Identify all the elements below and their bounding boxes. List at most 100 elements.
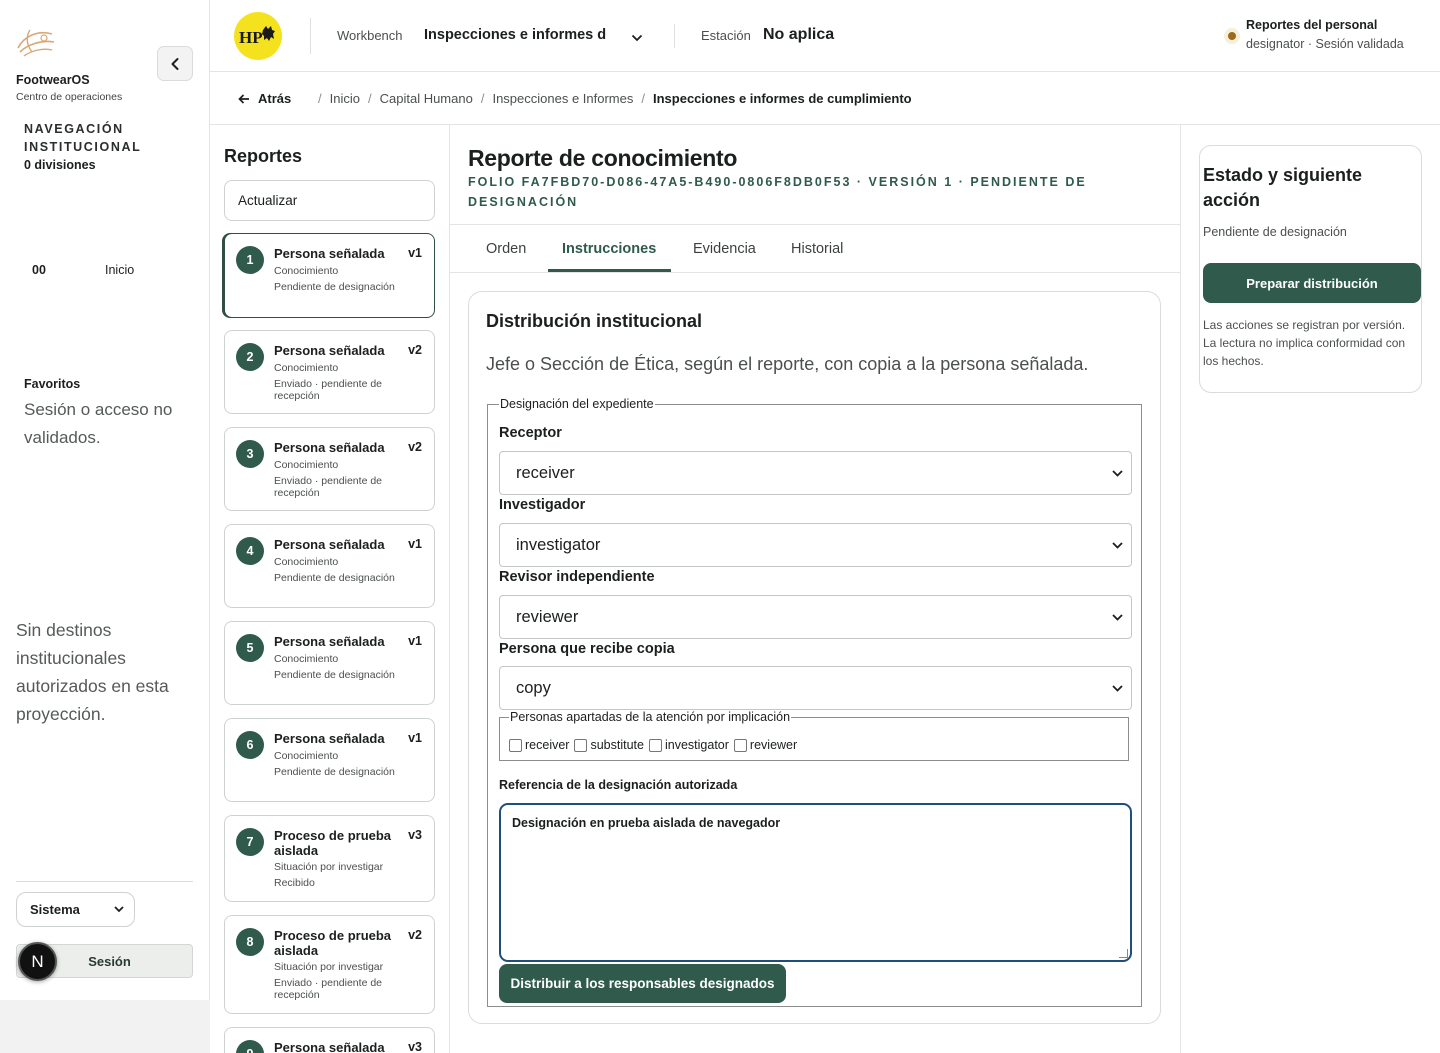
report-card[interactable]: 7 Proceso de prueba aislada v3 Situación… xyxy=(224,815,435,902)
station-value: No aplica xyxy=(763,26,835,43)
report-card[interactable]: 2 Persona señalada v2 Conocimiento Envia… xyxy=(224,330,435,414)
report-category: Situación por investigar xyxy=(274,961,384,973)
header-divider xyxy=(674,24,675,48)
breadcrumb-item-capital-humano[interactable]: Capital Humano xyxy=(380,91,473,106)
resize-handle-icon[interactable] xyxy=(1119,949,1128,958)
chevron-down-icon xyxy=(1112,684,1123,692)
chevron-down-icon xyxy=(114,906,124,913)
favorites-message: Sesión o acceso no validados. xyxy=(24,400,173,447)
report-status: Recibido xyxy=(274,877,315,889)
reference-textarea[interactable]: Designación en prueba aislada de navegad… xyxy=(499,803,1132,962)
refresh-button[interactable]: Actualizar xyxy=(224,180,435,221)
copy-select-value: copy xyxy=(516,678,551,697)
top-header: HP Workbench Inspecciones e informes d E… xyxy=(210,0,1440,72)
chevron-down-icon xyxy=(1112,469,1123,477)
exclusion-legend: Personas apartadas de la atención por im… xyxy=(510,710,791,724)
breadcrumb-item-inicio[interactable]: Inicio xyxy=(330,91,360,106)
brand-name: FootwearOS xyxy=(16,73,90,87)
reports-title: Reportes xyxy=(224,146,303,166)
report-status: Pendiente de designación xyxy=(274,281,395,293)
report-detail: Reporte de conocimiento Folio FA7FBD70-D… xyxy=(450,125,1180,1053)
report-version: v2 xyxy=(408,343,422,357)
report-status: Pendiente de designación xyxy=(274,766,395,778)
report-number: 9 xyxy=(236,1040,264,1053)
sidebar-footer-background xyxy=(0,1000,210,1053)
report-status: Pendiente de designación xyxy=(274,572,395,584)
status-note: Las acciones se registran por versión. L… xyxy=(1203,318,1406,368)
reference-label: Referencia de la designación autorizada xyxy=(499,778,738,792)
revisor-select[interactable]: reviewer xyxy=(499,595,1132,639)
tab-evidencia[interactable]: Evidencia xyxy=(693,241,756,257)
report-card[interactable]: 3 Persona señalada v2 Conocimiento Envia… xyxy=(224,427,435,511)
checkbox-reviewer[interactable] xyxy=(733,738,747,752)
report-number: 3 xyxy=(236,440,264,468)
report-version: v2 xyxy=(408,928,422,942)
report-status: Enviado · pendiente de recepción xyxy=(274,378,382,402)
workbench-select[interactable]: Inspecciones e informes d xyxy=(424,27,608,43)
tab-instrucciones[interactable]: Instrucciones xyxy=(562,241,656,257)
report-title: Proceso de prueba aislada xyxy=(274,828,392,858)
nav-heading: NAVEGACIÓN INSTITUCIONAL xyxy=(24,122,142,154)
header-divider xyxy=(310,18,311,54)
report-version: v2 xyxy=(408,440,422,454)
report-status: Enviado · pendiente de recepción xyxy=(274,977,382,1001)
receptor-select-value: receiver xyxy=(516,463,575,482)
user-status-icon xyxy=(1224,28,1240,44)
panel-title: Distribución institucional xyxy=(486,311,703,331)
report-category: Conocimiento xyxy=(274,459,339,471)
checkbox-label: receiver xyxy=(525,738,570,752)
investigador-select[interactable]: investigator xyxy=(499,523,1132,567)
report-version: v1 xyxy=(408,634,422,648)
report-card[interactable]: 1 Persona señalada v1 Conocimiento Pendi… xyxy=(224,233,435,318)
report-category: Conocimiento xyxy=(274,750,339,762)
tab-orden[interactable]: Orden xyxy=(486,241,526,257)
report-card[interactable]: 5 Persona señalada v1 Conocimiento Pendi… xyxy=(224,621,435,705)
tab-historial[interactable]: Historial xyxy=(791,241,843,257)
collapse-sidebar-button[interactable] xyxy=(157,46,193,81)
report-number: 5 xyxy=(236,634,264,662)
report-version: v1 xyxy=(408,246,422,260)
distribute-button[interactable]: Distribuir a los responsables designados xyxy=(499,964,786,1003)
active-tab-indicator xyxy=(548,269,671,272)
system-select[interactable]: Sistema xyxy=(16,892,135,927)
report-card[interactable]: 6 Persona señalada v1 Conocimiento Pendi… xyxy=(224,718,435,802)
arrow-left-icon xyxy=(238,93,249,104)
report-card[interactable]: 9 Persona señalada v3 xyxy=(224,1027,435,1053)
checkbox-substitute[interactable] xyxy=(574,738,588,752)
hp-logo-icon: HP xyxy=(234,12,282,60)
report-category: Conocimiento xyxy=(274,265,339,277)
prepare-distribution-button[interactable]: Preparar distribución xyxy=(1203,263,1421,303)
receptor-label: Receptor xyxy=(499,425,562,441)
report-title: Persona señalada xyxy=(274,537,385,552)
breadcrumb-bar: Atrás / Inicio / Capital Humano / Inspec… xyxy=(210,72,1440,125)
report-number: 2 xyxy=(236,343,264,371)
report-title: Persona señalada xyxy=(274,634,385,649)
breadcrumb-item-inspecciones[interactable]: Inspecciones e Informes xyxy=(492,91,633,106)
chevron-down-icon[interactable] xyxy=(631,29,643,47)
user-role: designator · Sesión validada xyxy=(1246,37,1404,51)
report-version: v1 xyxy=(408,731,422,745)
avatar[interactable]: N xyxy=(18,942,57,981)
sidebar-divider xyxy=(16,881,193,882)
report-title: Persona señalada xyxy=(274,246,385,261)
sidebar: FootwearOS Centro de operaciones NAVEGAC… xyxy=(0,0,210,1000)
report-card[interactable]: 4 Persona señalada v1 Conocimiento Pendi… xyxy=(224,524,435,608)
back-button[interactable]: Atrás xyxy=(238,91,291,106)
report-card[interactable]: 8 Proceso de prueba aislada v2 Situación… xyxy=(224,915,435,1014)
checkbox-investigator[interactable] xyxy=(648,738,662,752)
nav-item-code[interactable]: 00 xyxy=(32,263,46,277)
revisor-label: Revisor independiente xyxy=(499,569,655,585)
status-state: Pendiente de designación xyxy=(1203,225,1347,239)
checkbox-label: substitute xyxy=(590,738,644,752)
nav-item-inicio[interactable]: Inicio xyxy=(105,263,134,277)
receptor-select[interactable]: receiver xyxy=(499,451,1132,495)
investigador-label: Investigador xyxy=(499,497,586,513)
session-button-label: Sesión xyxy=(88,953,131,969)
station-label: Estación xyxy=(701,28,751,43)
assignment-legend: Designación del expediente xyxy=(500,397,654,411)
report-title: Proceso de prueba aislada xyxy=(274,928,392,958)
checkbox-receiver[interactable] xyxy=(509,738,522,752)
report-number: 8 xyxy=(236,928,264,956)
report-version: v3 xyxy=(408,1040,422,1053)
copy-select[interactable]: copy xyxy=(499,666,1132,710)
